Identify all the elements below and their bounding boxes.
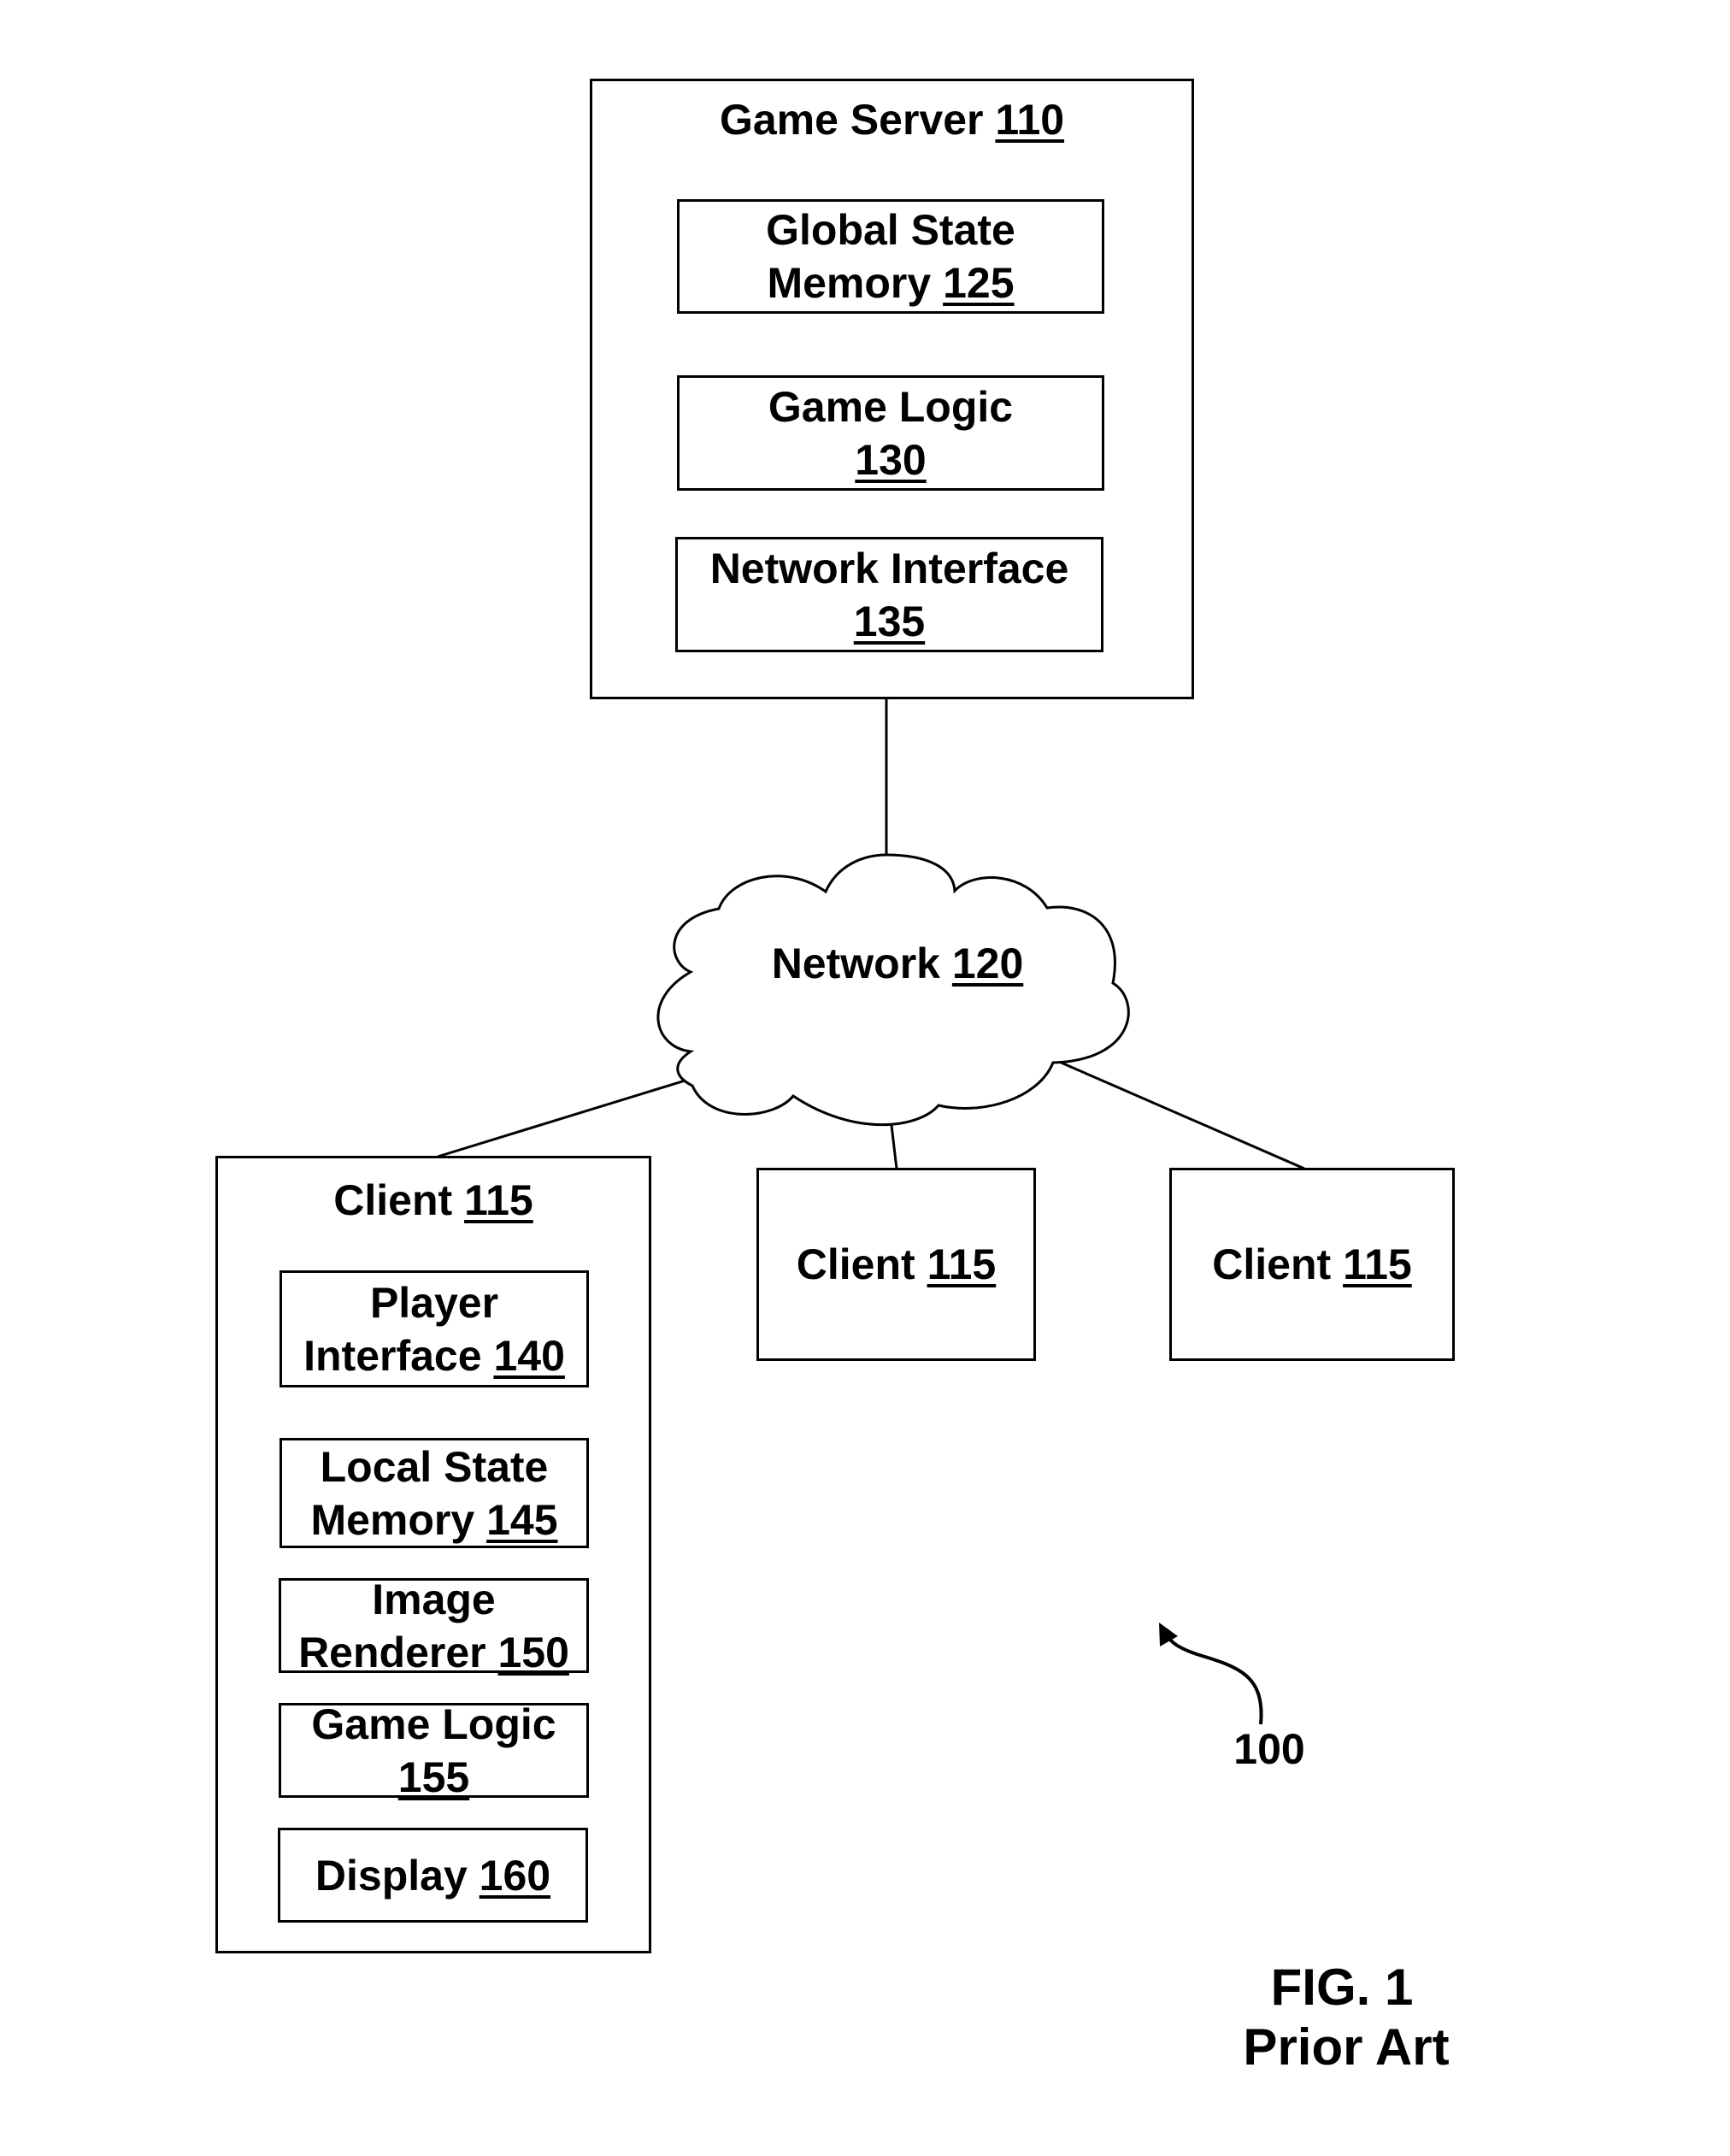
- client-game-logic-number: 155: [397, 1752, 470, 1801]
- network-interface-box: Network Interface 135: [675, 537, 1103, 652]
- network-number: 120: [951, 940, 1024, 987]
- client-title: Client 115: [333, 1176, 533, 1224]
- display-number: 160: [479, 1851, 551, 1900]
- player-interface-number: 140: [493, 1331, 565, 1380]
- network-label: Network 120: [771, 940, 1024, 987]
- global-state-memory-number: 125: [943, 259, 1015, 307]
- server-game-logic-number: 130: [855, 435, 927, 484]
- client-2-number: 115: [927, 1240, 997, 1288]
- image-renderer-box: Image Renderer 150: [279, 1576, 589, 1676]
- player-interface-box: Player Interface 140: [280, 1270, 589, 1387]
- figure-caption: FIG. 1: [1270, 1959, 1414, 2016]
- client-box-3: Client 115: [1169, 1168, 1455, 1361]
- client-box-2: Client 115: [756, 1168, 1036, 1361]
- client-number: 115: [464, 1176, 533, 1224]
- server-game-logic-box: Game Logic 130: [677, 375, 1104, 491]
- game-server-number: 110: [995, 96, 1065, 144]
- link-network-client-3: [1031, 1048, 1305, 1170]
- client-game-logic-box: Game Logic 155: [279, 1700, 589, 1801]
- reference-numeral: 100: [1233, 1725, 1305, 1773]
- game-server-title: Game Server 110: [719, 96, 1065, 144]
- global-state-memory-box: Global State Memory 125: [677, 199, 1104, 314]
- client-3-number: 115: [1343, 1240, 1412, 1288]
- local-state-memory-box: Local State Memory 145: [280, 1438, 589, 1548]
- image-renderer-number: 150: [497, 1628, 569, 1676]
- figure-subcaption: Prior Art: [1243, 2018, 1450, 2076]
- reference-arrow: [1165, 1634, 1263, 1725]
- display-box: Display 160: [278, 1828, 588, 1923]
- network-interface-number: 135: [853, 597, 926, 645]
- local-state-memory-number: 145: [486, 1495, 558, 1544]
